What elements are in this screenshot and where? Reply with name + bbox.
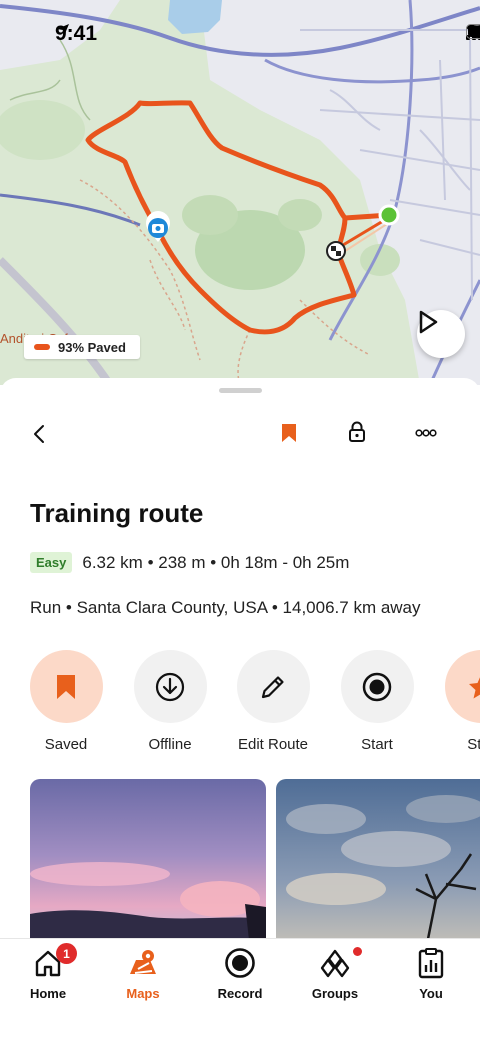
edit-route-action[interactable]: Edit Route: [228, 650, 318, 753]
maps-icon: [130, 950, 156, 974]
save-route-button[interactable]: [271, 415, 307, 451]
groups-icon: [320, 949, 350, 978]
you-icon: [418, 948, 444, 979]
start-action-label: Start: [361, 736, 393, 753]
bookmark-icon: [282, 424, 296, 442]
record-icon: [362, 672, 392, 701]
status-time: 9:41: [55, 22, 98, 45]
sunset-photo-image: [30, 779, 266, 940]
battery-icon: [466, 24, 480, 39]
offline-action-circle[interactable]: [133, 650, 207, 723]
privacy-button[interactable]: [339, 414, 375, 450]
offline-action-label: Offline: [148, 736, 192, 753]
route-photo[interactable]: [276, 779, 480, 940]
route-finish-marker: [326, 241, 346, 261]
nav-groups-icon-wrap: [295, 945, 375, 981]
route-stats-row: Easy 6.32 km • 238 m • 0h 18m - 0h 25m: [30, 552, 349, 573]
more-button[interactable]: [408, 415, 444, 451]
route-map[interactable]: Anditeri Cafe 9:41: [0, 0, 480, 385]
chevron-left-icon: [34, 425, 44, 443]
edit-route-action-circle[interactable]: [236, 650, 310, 723]
nav-you[interactable]: You: [391, 945, 471, 1001]
difficulty-badge: Easy: [30, 552, 73, 573]
record-icon: [225, 948, 255, 978]
groups-notification-dot: [353, 947, 362, 956]
route-meta: Run • Santa Clara County, USA • 14,006.7…: [30, 598, 421, 617]
photo-carousel[interactable]: [0, 779, 480, 940]
surface-swatch: [34, 344, 50, 350]
route-photo[interactable]: [30, 779, 266, 940]
bottom-navigation: 1 Home Maps Record Groups You: [0, 938, 480, 1040]
star-action-circle[interactable]: [444, 650, 480, 723]
nav-you-label: You: [419, 986, 443, 1001]
star-action[interactable]: Star: [436, 650, 480, 753]
location-arrow-icon: [57, 24, 69, 36]
home-notification-badge: 1: [56, 943, 77, 964]
nav-record-label: Record: [217, 986, 263, 1001]
nav-record[interactable]: Record: [200, 945, 280, 1001]
route-title: Training route: [30, 498, 204, 528]
surface-label: 93% Paved: [58, 339, 126, 355]
bookmark-icon: [57, 674, 75, 699]
nav-maps-label: Maps: [126, 986, 160, 1001]
route-details-sheet: Training route Easy 6.32 km • 238 m • 0h…: [0, 378, 480, 940]
route-stats: 6.32 km • 238 m • 0h 18m - 0h 25m: [82, 552, 350, 572]
back-button[interactable]: [21, 416, 57, 452]
star-icon: [469, 676, 480, 698]
download-icon: [155, 672, 185, 701]
nav-maps[interactable]: Maps: [103, 945, 183, 1001]
sheet-drag-handle[interactable]: [219, 388, 262, 393]
nav-groups[interactable]: Groups: [295, 945, 375, 1001]
lock-icon: [349, 421, 365, 442]
status-bar: 9:41: [0, 0, 480, 70]
surface-chip: 93% Paved: [24, 335, 140, 359]
nav-home-label: Home: [29, 986, 67, 1001]
saved-action-label: Saved: [44, 736, 88, 753]
nav-groups-label: Groups: [311, 986, 359, 1001]
nav-record-icon-wrap: [200, 945, 280, 981]
nav-home-icon-wrap: 1: [8, 943, 88, 981]
cloudy-sky-photo-image: [276, 779, 480, 940]
route-start-marker: [378, 204, 400, 226]
nav-you-icon-wrap: [391, 945, 471, 981]
offline-action[interactable]: Offline: [125, 650, 215, 753]
pencil-icon: [261, 675, 284, 698]
star-action-label: Star: [467, 736, 480, 753]
saved-action-circle[interactable]: [29, 650, 103, 723]
more-icon: [415, 429, 437, 437]
nav-maps-icon-wrap: [103, 945, 183, 981]
edit-route-action-label: Edit Route: [237, 736, 309, 753]
start-action-circle[interactable]: [340, 650, 414, 723]
play-icon: [419, 310, 438, 334]
nav-home[interactable]: 1 Home: [8, 943, 88, 1001]
action-row: Saved Offline Edit Route Start St: [0, 650, 480, 760]
saved-action[interactable]: Saved: [21, 650, 111, 753]
start-action[interactable]: Start: [332, 650, 422, 753]
play-flyover-button[interactable]: [417, 310, 465, 358]
